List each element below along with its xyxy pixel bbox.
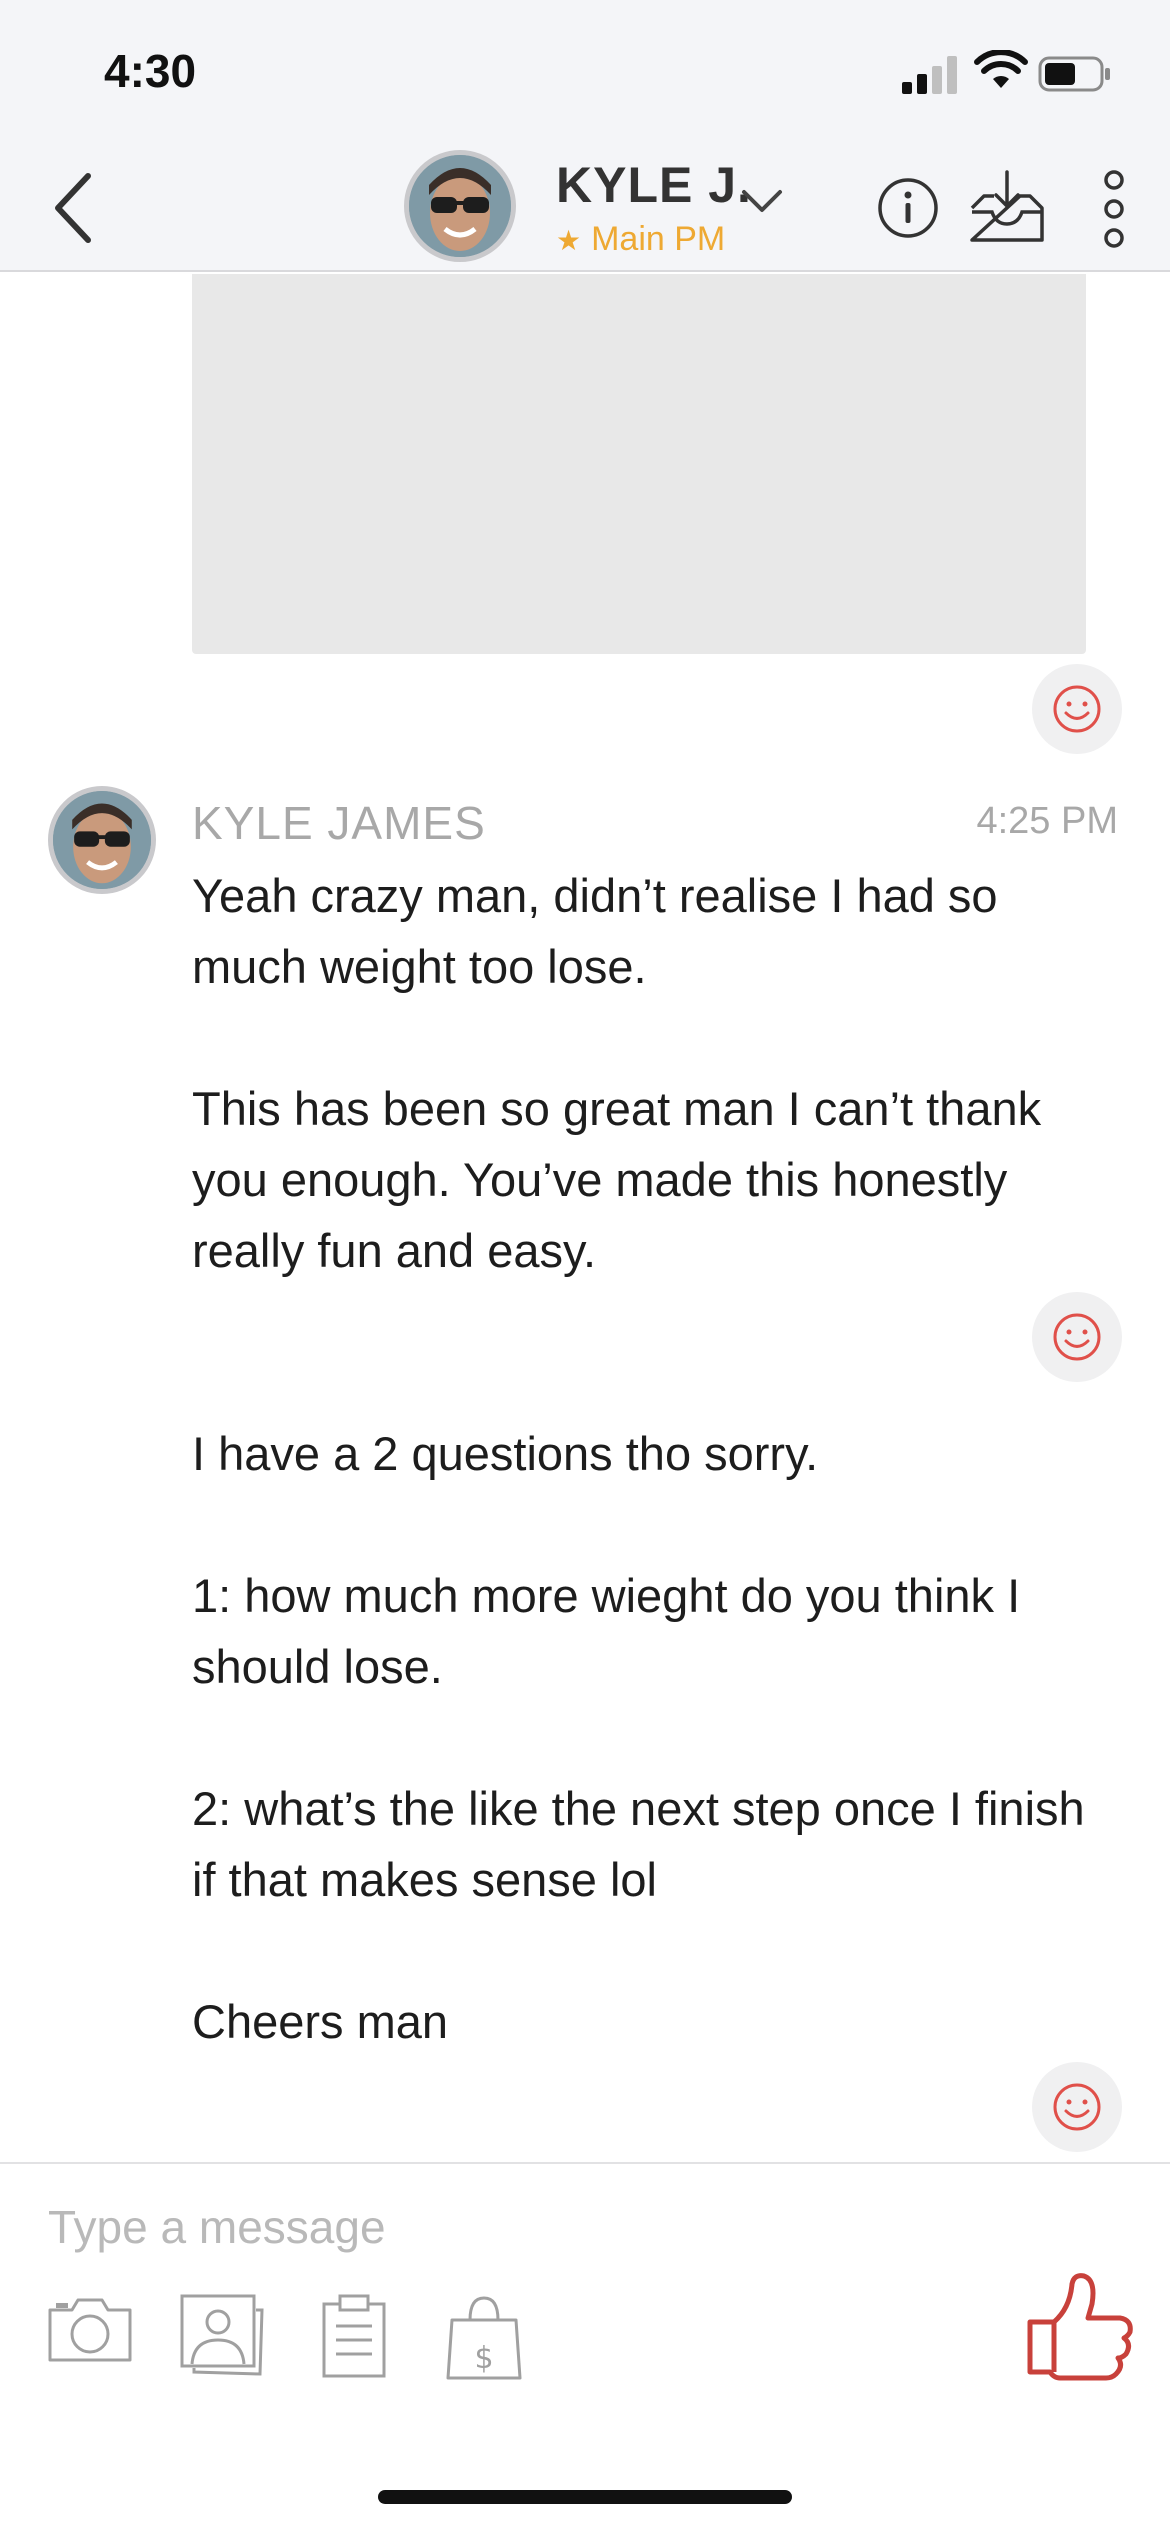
sender-avatar[interactable] — [48, 786, 156, 894]
back-button[interactable] — [44, 168, 104, 248]
status-bar: 4:30 — [0, 0, 1170, 140]
dollar-icon: $ — [474, 2341, 493, 2376]
avatar-photo — [409, 155, 511, 257]
star-icon: ★ — [556, 225, 582, 256]
top-bar: 4:30 KYLE J. ★ Main PM — [0, 0, 1170, 272]
photo-library-button[interactable] — [176, 2292, 266, 2376]
add-reaction-button[interactable] — [1032, 1292, 1122, 1382]
contact-name[interactable]: KYLE J. — [556, 156, 752, 214]
composer-divider — [0, 2162, 1170, 2164]
avatar-photo — [53, 791, 151, 889]
cellular-signal-icon — [902, 54, 960, 94]
contact-role: ★ Main PM — [556, 220, 725, 259]
chat-screen: 4:30 KYLE J. ★ Main PM KYLE JAMES 4:25 P… — [0, 0, 1170, 2532]
contact-avatar[interactable] — [404, 150, 516, 262]
chevron-down-icon[interactable] — [738, 186, 786, 216]
camera-button[interactable] — [46, 2292, 134, 2364]
clipboard-button[interactable] — [320, 2292, 388, 2378]
payment-bag-button[interactable]: $ — [444, 2292, 524, 2382]
inbox-download-button[interactable] — [968, 168, 1046, 244]
smiley-icon — [1053, 685, 1101, 733]
add-reaction-button[interactable] — [1032, 664, 1122, 754]
sender-name: KYLE JAMES — [192, 797, 486, 849]
add-reaction-button[interactable] — [1032, 2062, 1122, 2152]
message-text: Yeah crazy man, didn’t realise I had so … — [192, 869, 1042, 1277]
message-timestamp: 4:25 PM — [976, 800, 1118, 842]
smiley-icon — [1053, 2083, 1101, 2131]
image-attachment[interactable] — [192, 274, 1086, 654]
contact-role-label: Main PM — [591, 220, 726, 258]
chat-header: KYLE J. ★ Main PM — [0, 140, 1170, 272]
home-indicator — [378, 2490, 792, 2504]
smiley-icon — [1053, 1313, 1101, 1361]
more-options-button[interactable] — [1096, 170, 1132, 248]
status-time: 4:30 — [104, 45, 197, 97]
thumbs-up-send-button[interactable] — [1020, 2272, 1138, 2386]
wifi-icon — [974, 50, 1028, 88]
battery-icon — [1038, 56, 1110, 92]
message-input[interactable] — [48, 2182, 1008, 2272]
info-button[interactable] — [876, 176, 940, 240]
message-text: I have a 2 questions tho sorry. 1: how m… — [192, 1427, 1085, 2048]
